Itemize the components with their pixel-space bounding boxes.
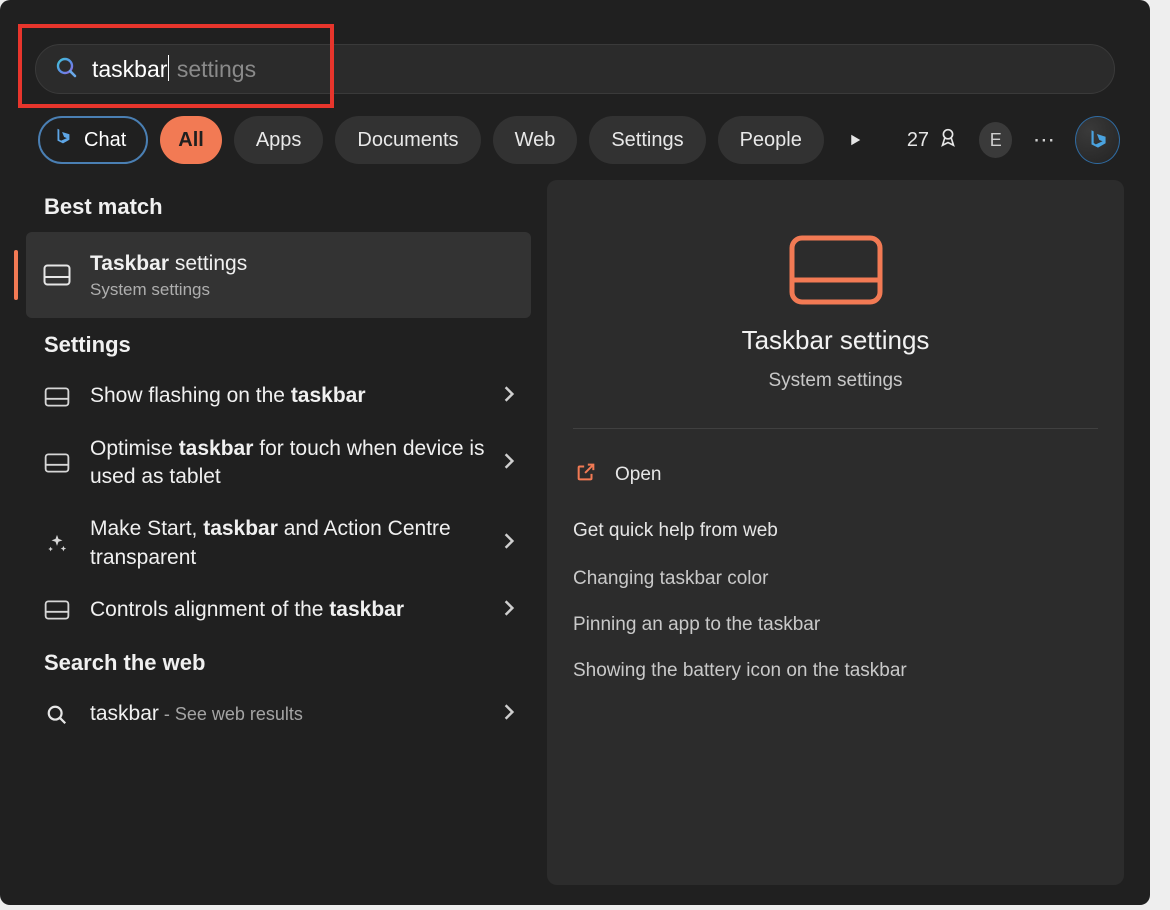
filter-label: Settings [611, 129, 683, 152]
filter-label: People [740, 129, 802, 152]
taskbar-hero-icon [788, 234, 884, 311]
filter-documents[interactable]: Documents [335, 116, 480, 164]
result-title: Make Start, taskbar and Action Centre tr… [90, 515, 485, 572]
filter-label: All [178, 129, 204, 152]
bing-orb-button[interactable] [1075, 116, 1120, 164]
filter-label: Web [515, 129, 556, 152]
help-link[interactable]: Pinning an app to the taskbar [573, 602, 1098, 648]
help-link[interactable]: Showing the battery icon on the taskbar [573, 648, 1098, 694]
preview-subtitle: System settings [768, 370, 902, 392]
bing-chat-icon [52, 126, 74, 154]
search-icon [42, 704, 72, 726]
search-row: taskbar settings [0, 0, 1150, 108]
search-input[interactable]: taskbar settings [92, 55, 1096, 83]
result-title: Taskbar settings [90, 250, 515, 278]
taskbar-icon [42, 600, 72, 620]
rewards-points[interactable]: 27 [899, 126, 967, 154]
sparkle-icon [42, 533, 72, 555]
result-title: Controls alignment of the taskbar [90, 596, 485, 624]
result-title-bold: Taskbar [90, 252, 169, 275]
help-header: Get quick help from web [573, 520, 1098, 542]
filter-settings[interactable]: Settings [589, 116, 705, 164]
open-label: Open [615, 464, 661, 486]
result-title-rest: settings [169, 252, 247, 275]
settings-header: Settings [26, 318, 531, 370]
divider [573, 428, 1098, 429]
search-suggestion-text: settings [170, 56, 256, 82]
result-title: taskbar - See web results [90, 700, 485, 728]
taskbar-icon [42, 264, 72, 286]
filter-more-icon[interactable] [836, 119, 875, 161]
best-match-result[interactable]: Taskbar settings System settings [26, 232, 531, 318]
taskbar-icon [42, 453, 72, 473]
settings-result[interactable]: Show flashing on the taskbar [26, 370, 531, 422]
filter-row: Chat All Apps Documents Web Settings Peo… [0, 108, 1150, 172]
preview-title: Taskbar settings [742, 325, 930, 356]
preview-pane: Taskbar settings System settings Open Ge… [547, 180, 1124, 885]
settings-result[interactable]: Make Start, taskbar and Action Centre tr… [26, 503, 531, 584]
user-avatar[interactable]: E [979, 122, 1012, 158]
filter-web[interactable]: Web [493, 116, 578, 164]
search-box[interactable]: taskbar settings [35, 44, 1115, 94]
web-header: Search the web [26, 636, 531, 688]
search-panel: taskbar settings Chat All Apps Documents… [0, 0, 1150, 905]
best-match-header: Best match [26, 180, 531, 232]
filter-label: Documents [357, 129, 458, 152]
filter-label: Apps [256, 129, 302, 152]
result-title: Show flashing on the taskbar [90, 382, 485, 410]
filter-apps[interactable]: Apps [234, 116, 324, 164]
rewards-medal-icon [937, 126, 959, 154]
filter-all[interactable]: All [160, 116, 222, 164]
chevron-right-icon [503, 452, 515, 475]
open-external-icon [575, 461, 597, 488]
chevron-right-icon [503, 532, 515, 555]
filter-people[interactable]: People [718, 116, 824, 164]
search-typed-text: taskbar [92, 56, 167, 82]
chevron-right-icon [503, 703, 515, 726]
open-action[interactable]: Open [573, 447, 1098, 502]
chevron-right-icon [503, 385, 515, 408]
rewards-count: 27 [907, 129, 929, 152]
filter-chat[interactable]: Chat [38, 116, 148, 164]
taskbar-icon [42, 387, 72, 407]
result-title: Optimise taskbar for touch when device i… [90, 435, 485, 492]
filter-chat-label: Chat [84, 129, 126, 152]
search-icon [54, 55, 78, 84]
results-column: Best match Taskbar settings System setti… [26, 180, 531, 885]
avatar-initial: E [990, 130, 1002, 151]
help-link[interactable]: Changing taskbar color [573, 556, 1098, 602]
result-subtitle: System settings [90, 280, 515, 300]
settings-result[interactable]: Controls alignment of the taskbar [26, 584, 531, 636]
overflow-icon[interactable]: ⋯ [1024, 119, 1063, 161]
settings-result[interactable]: Optimise taskbar for touch when device i… [26, 423, 531, 504]
chevron-right-icon [503, 599, 515, 622]
web-result[interactable]: taskbar - See web results [26, 688, 531, 740]
